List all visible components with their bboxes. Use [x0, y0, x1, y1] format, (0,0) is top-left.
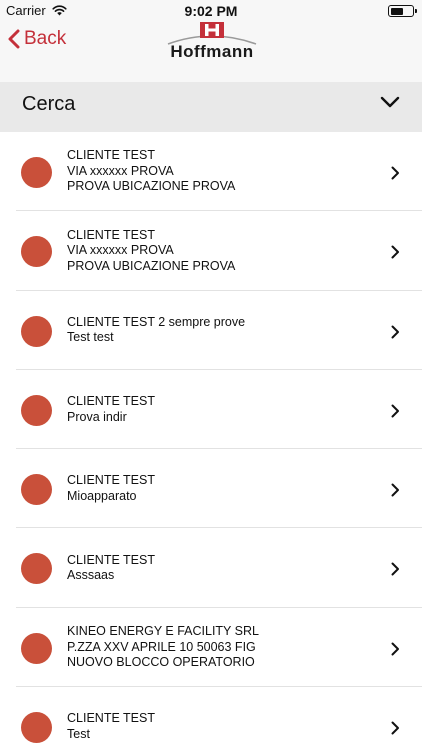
list-item-detail: PROVA UBICAZIONE PROVA: [67, 179, 236, 194]
status-dot-icon: [21, 236, 52, 268]
chevron-right-icon: [391, 245, 399, 259]
battery-level: [390, 7, 403, 15]
battery-tip: [415, 9, 417, 13]
list-item-title: CLIENTE TEST: [67, 552, 155, 567]
status-dot-icon: [21, 157, 52, 188]
list-item-detail: PROVA UBICAZIONE PROVA: [67, 258, 236, 273]
list-item-detail: Mioapparato: [67, 488, 137, 503]
list-item-detail: Asssaas: [67, 568, 115, 583]
list-item-detail: Prova indir: [67, 409, 127, 424]
list-item[interactable]: CLIENTE TEST Prova indir: [0, 370, 422, 450]
chevron-right-icon: [391, 404, 399, 418]
status-dot-icon: [21, 712, 52, 744]
chevron-right-icon: [391, 642, 399, 656]
list-item-title: CLIENTE TEST 2 sempre prove: [67, 314, 246, 329]
chevron-left-icon: [8, 29, 20, 49]
status-time: 9:02 PM: [184, 3, 238, 19]
list-item-text: CLIENTE TEST 2 sempre prove Test test: [67, 291, 245, 370]
list-item[interactable]: CLIENTE TEST VIA xxxxxx PROVA PROVA UBICAZ…: [0, 211, 422, 291]
back-button-label: Back: [24, 28, 67, 49]
list-item-detail: Test: [67, 726, 90, 741]
list-item-detail: NUOVO BLOCCO OPERATORIO: [67, 655, 255, 670]
chevron-down-icon: [380, 96, 400, 108]
list-item-detail: VIA xxxxxx PROVA: [67, 163, 174, 178]
list-item-title: CLIENTE TEST: [67, 394, 155, 409]
list-item-text: CLIENTE TEST Mioapparato: [67, 449, 155, 528]
list-item[interactable]: KINEO ENERGY E FACILITY SRL P.ZZA XXV APR…: [0, 608, 422, 688]
list-item[interactable]: CLIENTE TEST 2 sempre prove Test test: [0, 291, 422, 371]
list-item[interactable]: CLIENTE TEST Asssaas: [0, 528, 422, 609]
chevron-right-icon: [391, 166, 399, 180]
search-label: Cerca: [22, 93, 76, 115]
list-item-title: CLIENTE TEST: [67, 227, 155, 242]
list-item-text: CLIENTE TEST Test: [67, 687, 155, 750]
list-item-text: CLIENTE TEST VIA xxxxxx PROVA PROVA UBICAZ…: [67, 211, 235, 290]
list-item-title: CLIENTE TEST: [67, 148, 155, 163]
back-button[interactable]: Back: [8, 28, 66, 50]
list-item-text: CLIENTE TEST Asssaas: [67, 528, 155, 607]
list-item-text: CLIENTE TEST VIA xxxxxx PROVA PROVA UBICAZ…: [67, 132, 235, 211]
list-item[interactable]: CLIENTE TEST Mioapparato: [0, 449, 422, 529]
client-list: CLIENTE TEST VIA xxxxxx PROVA PROVA UBICAZ…: [0, 132, 422, 750]
list-item-text: CLIENTE TEST Prova indir: [67, 370, 155, 449]
list-item-detail: VIA xxxxxx PROVA: [67, 243, 174, 258]
list-item-title: CLIENTE TEST: [67, 473, 155, 488]
chevron-right-icon: [391, 325, 399, 339]
status-bar: Carrier 9:02 PM: [0, 0, 422, 22]
battery-icon: [388, 5, 417, 17]
list-item-title: CLIENTE TEST: [67, 711, 155, 726]
chevron-right-icon: [391, 721, 399, 735]
status-dot-icon: [21, 394, 52, 426]
hoffmann-logo: Hoffmann: [160, 22, 264, 62]
status-dot-icon: [21, 474, 52, 506]
list-item-title: KINEO ENERGY E FACILITY SRL: [67, 624, 259, 639]
search-toggle[interactable]: Cerca: [0, 82, 422, 132]
navigation-bar: Back Hoffmann: [0, 22, 422, 82]
chevron-right-icon: [391, 483, 399, 497]
list-item-text: KINEO ENERGY E FACILITY SRL P.ZZA XXV APR…: [67, 608, 259, 687]
status-dot-icon: [21, 553, 52, 585]
status-dot-icon: [21, 632, 52, 664]
list-item-detail: P.ZZA XXV APRILE 10 50063 FIG: [67, 639, 256, 654]
list-item[interactable]: CLIENTE TEST VIA xxxxxx PROVA PROVA UBICAZ…: [0, 132, 422, 212]
status-dot-icon: [21, 315, 52, 347]
list-item[interactable]: CLIENTE TEST Test: [0, 687, 422, 750]
chevron-right-icon: [391, 562, 399, 576]
logo-text: Hoffmann: [170, 42, 254, 61]
list-item-detail: Test test: [67, 330, 114, 345]
